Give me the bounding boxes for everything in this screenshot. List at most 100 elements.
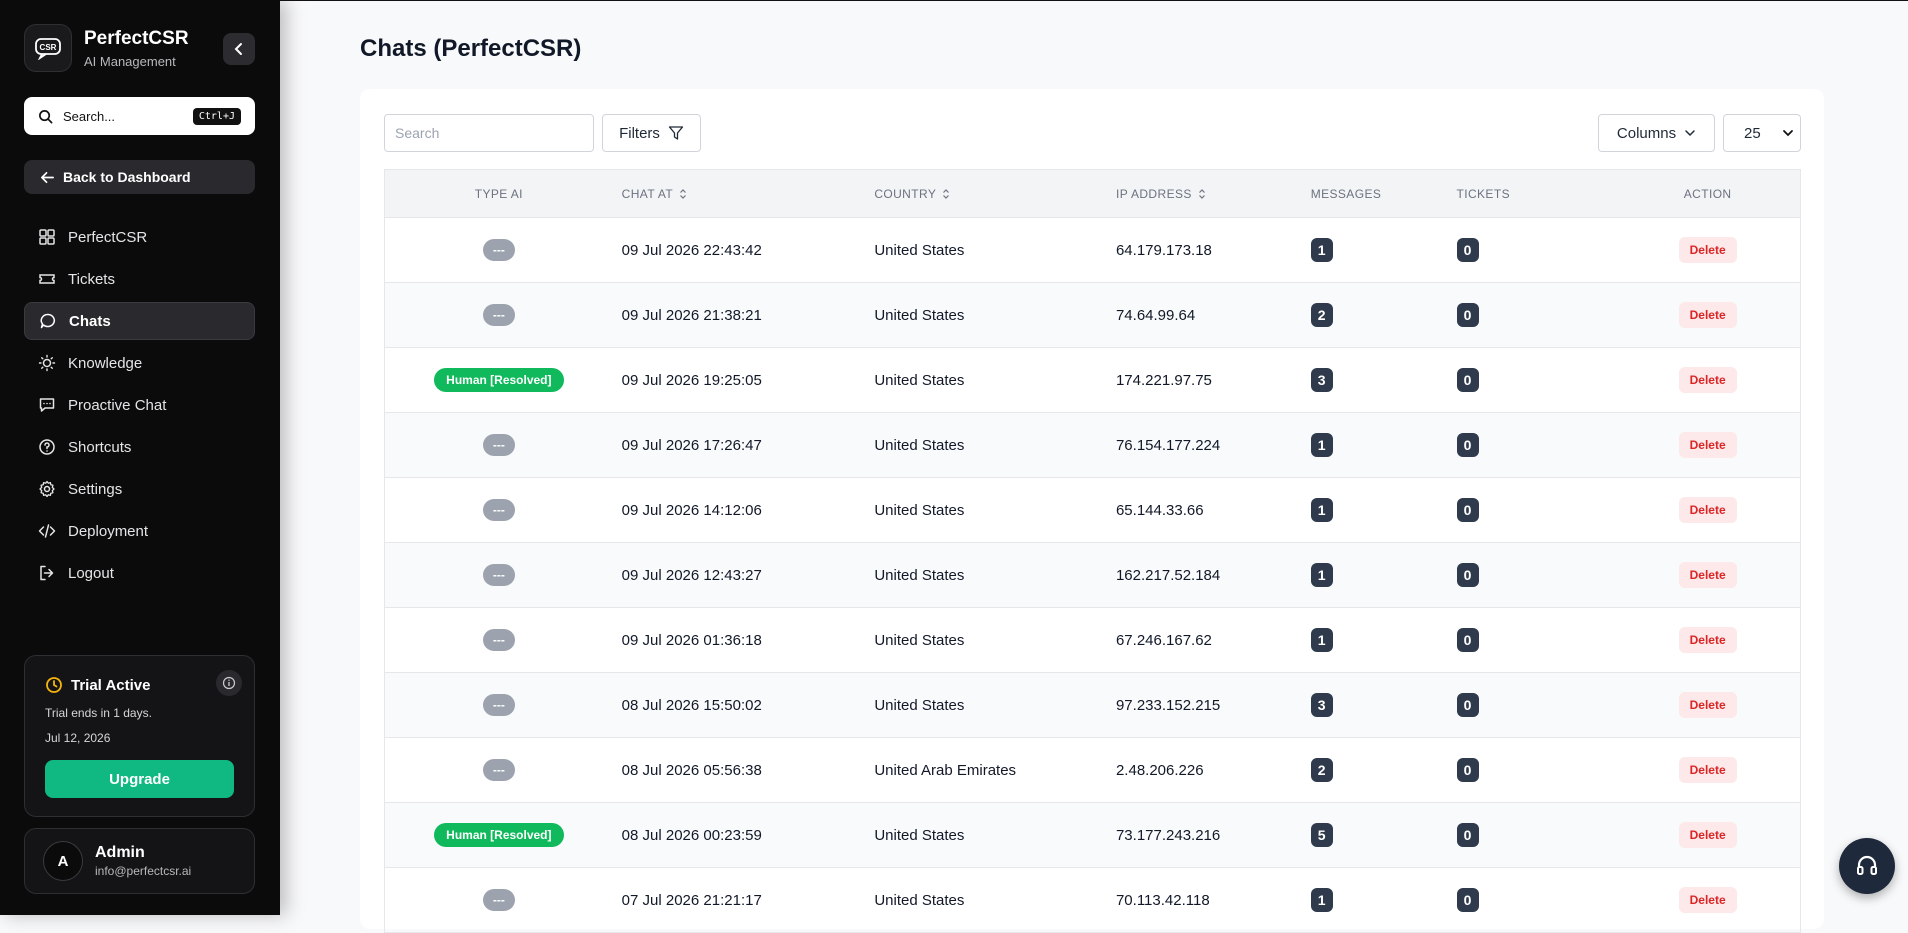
chevron-left-icon — [234, 43, 242, 55]
header-country[interactable]: COUNTRY — [865, 187, 1107, 201]
grid-icon — [39, 229, 55, 245]
header-label: CHAT AT — [621, 186, 674, 201]
messages-count-badge: 1 — [1310, 238, 1333, 262]
sidebar-item-logout[interactable]: Logout — [24, 554, 255, 592]
delete-button[interactable]: Delete — [1678, 627, 1737, 653]
per-page-select[interactable]: 25 — [1723, 114, 1801, 152]
table-row[interactable]: Human [Resolved] 08 Jul 2026 00:23:59 Unit… — [385, 803, 1800, 868]
type-ai-badge: --- — [482, 239, 515, 261]
delete-button[interactable]: Delete — [1678, 432, 1737, 458]
sidebar-item-proactive-chat[interactable]: Proactive Chat — [24, 386, 255, 424]
delete-button[interactable]: Delete — [1678, 692, 1737, 718]
tickets-count-badge: 0 — [1456, 498, 1479, 522]
search-shortcut-badge: Ctrl+J — [192, 107, 241, 125]
sort-icon — [680, 188, 687, 199]
table-row[interactable]: --- 09 Jul 2026 21:38:21 United States 74.6… — [385, 283, 1800, 348]
table-row[interactable]: --- 09 Jul 2026 14:12:06 United States 65.1… — [385, 478, 1800, 543]
cell-chat-at: 09 Jul 2026 12:43:27 — [621, 566, 762, 584]
messages-count-badge: 1 — [1310, 888, 1333, 912]
header-chat-at[interactable]: CHAT AT — [613, 187, 866, 201]
cell-country: United States — [874, 891, 965, 909]
table-row[interactable]: --- 09 Jul 2026 12:43:27 United States 162.… — [385, 543, 1800, 608]
sidebar-item-shortcuts[interactable]: Shortcuts — [24, 428, 255, 466]
type-ai-badge: --- — [482, 629, 515, 651]
table-row[interactable]: --- 08 Jul 2026 15:50:02 United States 97.2… — [385, 673, 1800, 738]
type-ai-badge: --- — [482, 694, 515, 716]
messages-count-badge: 5 — [1310, 823, 1333, 847]
cell-action: Delete — [1615, 237, 1800, 263]
sidebar-item-label: Knowledge — [68, 354, 143, 372]
table-row[interactable]: --- 08 Jul 2026 05:56:38 United Arab Emira… — [385, 738, 1800, 803]
collapse-sidebar-button[interactable] — [223, 33, 255, 65]
sidebar-item-tickets[interactable]: Tickets — [24, 260, 255, 298]
back-to-dashboard-button[interactable]: Back to Dashboard — [24, 160, 255, 194]
gear-icon — [39, 480, 55, 498]
table-row[interactable]: Human [Resolved] 09 Jul 2026 19:25:05 Unit… — [385, 348, 1800, 413]
filters-button[interactable]: Filters — [602, 114, 701, 152]
delete-button[interactable]: Delete — [1678, 237, 1737, 263]
tickets-count-badge: 0 — [1456, 238, 1479, 262]
help-circle-icon — [39, 439, 55, 455]
delete-button[interactable]: Delete — [1678, 497, 1737, 523]
header-ip-address[interactable]: IP ADDRESS — [1107, 187, 1302, 201]
user-profile[interactable]: A Admin info@perfectcsr.ai — [24, 828, 255, 894]
sidebar-item-perfectcsr[interactable]: PerfectCSR — [24, 218, 255, 256]
table-row[interactable]: --- 09 Jul 2026 17:26:47 United States 76.1… — [385, 413, 1800, 478]
cell-messages: 2 — [1302, 758, 1448, 782]
table-search-input[interactable] — [384, 114, 594, 152]
sidebar-item-knowledge[interactable]: Knowledge — [24, 344, 255, 382]
upgrade-button[interactable]: Upgrade — [45, 760, 234, 798]
cell-chat-at: 08 Jul 2026 05:56:38 — [621, 761, 762, 779]
cell-ip-address: 2.48.206.226 — [1115, 761, 1204, 779]
delete-button[interactable]: Delete — [1678, 562, 1737, 588]
cell-country: United Arab Emirates — [874, 761, 1017, 779]
trial-info-button[interactable] — [216, 670, 242, 696]
sidebar-search[interactable]: Search... Ctrl+J — [24, 97, 255, 135]
delete-button[interactable]: Delete — [1678, 822, 1737, 848]
cell-action: Delete — [1615, 432, 1800, 458]
cell-chat-at: 08 Jul 2026 00:23:59 — [621, 826, 762, 844]
code-icon — [38, 524, 56, 538]
cell-country: United States — [874, 566, 965, 584]
cell-type-ai: --- — [385, 434, 613, 456]
header-label: IP ADDRESS — [1115, 186, 1192, 201]
user-email: info@perfectcsr.ai — [95, 864, 192, 878]
sidebar-item-label: Tickets — [68, 270, 115, 288]
cell-action: Delete — [1615, 757, 1800, 783]
sidebar-item-settings[interactable]: Settings — [24, 470, 255, 508]
cell-ip-address: 174.221.97.75 — [1115, 371, 1212, 389]
table-row[interactable]: --- 09 Jul 2026 01:36:18 United States 67.2… — [385, 608, 1800, 673]
cell-type-ai: --- — [385, 304, 613, 326]
delete-button[interactable]: Delete — [1678, 302, 1737, 328]
table-row[interactable]: --- 07 Jul 2026 21:21:17 United States 70.1… — [385, 868, 1800, 933]
tickets-count-badge: 0 — [1456, 433, 1479, 457]
tickets-count-badge: 0 — [1456, 628, 1479, 652]
support-chat-button[interactable] — [1839, 838, 1895, 894]
cell-type-ai: --- — [385, 239, 613, 261]
cell-messages: 1 — [1302, 238, 1448, 262]
sidebar-item-chats[interactable]: Chats — [24, 302, 255, 340]
delete-button[interactable]: Delete — [1678, 367, 1737, 393]
tickets-count-badge: 0 — [1456, 368, 1479, 392]
cell-messages: 1 — [1302, 433, 1448, 457]
delete-button[interactable]: Delete — [1678, 887, 1737, 913]
table-row[interactable]: --- 09 Jul 2026 22:43:42 United States 64.1… — [385, 218, 1800, 283]
cell-action: Delete — [1615, 692, 1800, 718]
sidebar-item-label: Deployment — [68, 522, 149, 540]
cell-country: United States — [874, 306, 965, 324]
brand-subtitle: AI Management — [84, 53, 176, 69]
chat-icon — [40, 313, 56, 329]
tickets-count-badge: 0 — [1456, 563, 1479, 587]
sidebar-item-deployment[interactable]: Deployment — [24, 512, 255, 550]
filters-label: Filters — [619, 124, 660, 142]
page-title: Chats (PerfectCSR) — [360, 35, 582, 62]
chat-logo-icon: CSR — [35, 38, 61, 60]
cell-action: Delete — [1615, 627, 1800, 653]
chats-table: TYPE AI CHAT AT COUNTRY IP ADDRESS MESSA… — [384, 169, 1801, 933]
delete-button[interactable]: Delete — [1678, 757, 1737, 783]
cell-ip-address: 97.233.152.215 — [1115, 696, 1221, 714]
back-to-dashboard-label: Back to Dashboard — [63, 169, 191, 185]
columns-button[interactable]: Columns — [1598, 114, 1715, 152]
cell-ip-address: 73.177.243.216 — [1115, 826, 1221, 844]
cell-ip-address: 76.154.177.224 — [1115, 436, 1221, 454]
